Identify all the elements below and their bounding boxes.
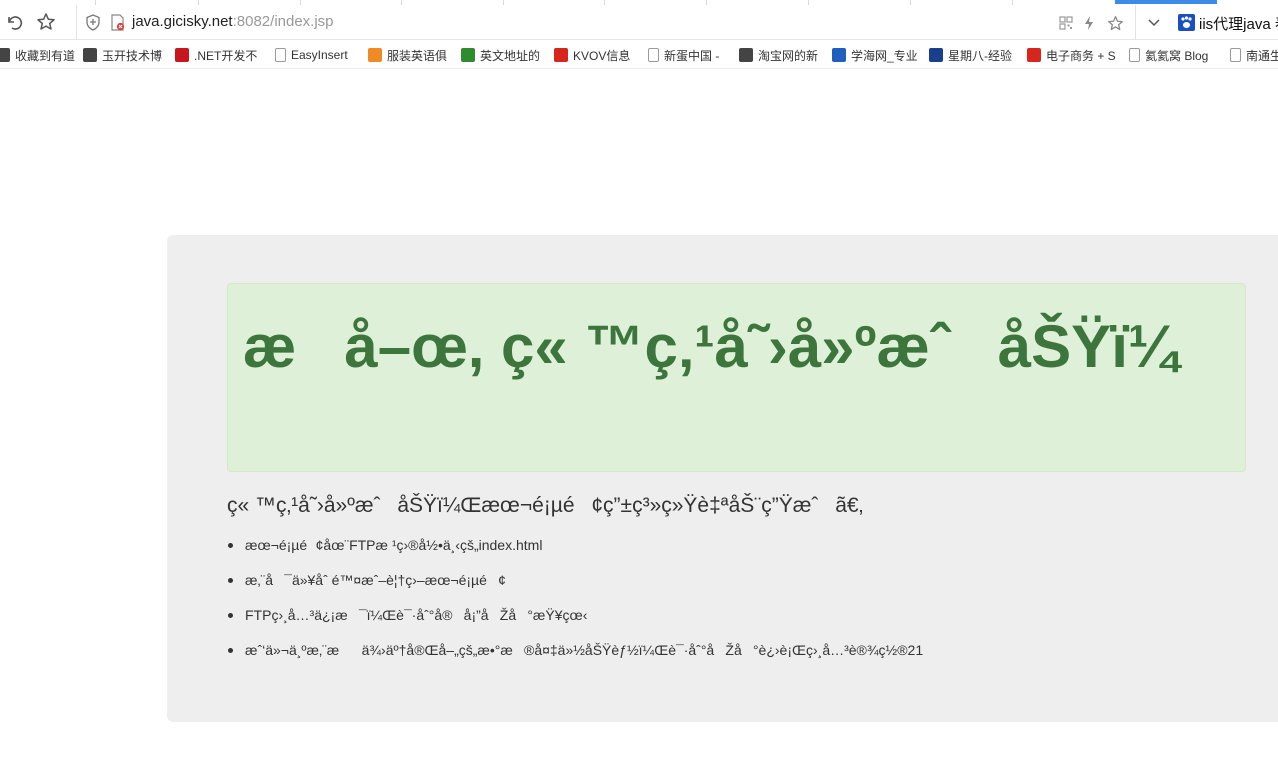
- page-icon: [1129, 48, 1140, 62]
- bookmark-item[interactable]: 英文地址的: [461, 46, 540, 64]
- bookmark-item[interactable]: 淘宝网的新: [739, 46, 818, 64]
- bookmark-label: 星期八-经验: [948, 48, 1012, 63]
- shield-icon[interactable]: [85, 14, 101, 36]
- list-item: æˆ‘ä»¬ä¸ºæ‚¨æä¾›äº†å®Œå–„çš„æ•°æ®å¤‡ä…: [227, 642, 1227, 677]
- favorite-star-icon[interactable]: [1106, 14, 1124, 32]
- url-text[interactable]: java.gicisky.net:8082/index.jsp: [132, 13, 334, 30]
- bookmark-label: 收藏到有道: [15, 48, 76, 63]
- bookmark-label: 玉开技术博: [102, 48, 163, 63]
- fire-icon: [739, 48, 753, 62]
- page-icon: [275, 48, 286, 62]
- bookmarks-bar: 收藏到有道 玉开技术博 .NET开发不 EasyInsert 服装英语俱 英文地址的 KVO…: [0, 41, 1278, 69]
- bookmark-label: 氦氦窝 Blog: [1145, 48, 1209, 63]
- list-item: æœ¬é¡µé¢åœ¨FTPæ ¹ç›®å½•ä¸‹çš„index.html: [227, 537, 1227, 572]
- guan-icon: [461, 48, 475, 62]
- bookmark-item[interactable]: 学海网_专业: [832, 46, 918, 64]
- address-bar[interactable]: java.gicisky.net:8082/index.jsp: [76, 5, 1136, 40]
- url-host: java.gicisky.net: [132, 13, 233, 30]
- bookmark-item[interactable]: 南通生: [1230, 46, 1278, 64]
- bookmark-label: KVOV信息: [573, 48, 631, 63]
- insecure-page-icon[interactable]: [110, 14, 125, 36]
- csdn-icon: [175, 48, 189, 62]
- bookmark-label: EasyInsert: [291, 48, 348, 62]
- bookmark-item[interactable]: 星期八-经验: [929, 46, 1012, 64]
- bookmark-item[interactable]: 玉开技术博: [83, 46, 162, 64]
- bookmark-item[interactable]: 收藏到有道: [0, 46, 75, 64]
- bookmark-label: 淘宝网的新: [758, 48, 819, 63]
- bookmark-item[interactable]: .NET开发不: [175, 46, 257, 64]
- paw-icon: [1178, 14, 1195, 31]
- swirl-icon: [368, 48, 382, 62]
- active-tab-indicator[interactable]: [1115, 0, 1217, 4]
- success-alert: æå–œ, ç« ™ç‚¹å˜›å»ºæˆåŠŸï¼: [227, 283, 1246, 472]
- fire-icon: [83, 48, 97, 62]
- youdao-icon: [0, 48, 10, 62]
- bookmark-label: .NET开发不: [194, 48, 258, 63]
- bookmark-label: 新蛋中国 -: [664, 48, 720, 63]
- bookmark-label: 学海网_专业: [851, 48, 918, 63]
- qr-code-icon[interactable]: [1057, 14, 1075, 32]
- bookmark-item[interactable]: 服装英语俱: [368, 46, 447, 64]
- hd-icon: [929, 48, 943, 62]
- bookmark-label: 服装英语俱: [387, 48, 448, 63]
- ship-icon: [832, 48, 846, 62]
- intro-text: ç« ™ç‚¹å˜›å»ºæˆåŠŸï¼Œæœ¬é¡µé¢ç”±ç³»ç»Ÿ…: [227, 494, 864, 517]
- page-icon: [1230, 48, 1241, 62]
- list-item: æ‚¨å¯ä»¥åˆ é™¤æˆ–è¦†ç›–æœ¬é¡µé¢: [227, 572, 1227, 607]
- tips-list: æœ¬é¡µé¢åœ¨FTPæ ¹ç›®å½•ä¸‹çš„index.html…: [227, 537, 1227, 677]
- list-item: FTPç›¸å…³ä¿¡æ¯ï¼Œè¯·åˆ°å®å¡”åŽå°æŸ¥ç…: [227, 607, 1227, 642]
- search-engine-label: iis代理java 春: [1199, 16, 1278, 33]
- bookmark-label: 电子商务 + S: [1046, 48, 1116, 63]
- bookmark-item[interactable]: KVOV信息: [554, 46, 630, 64]
- search-engine-panel[interactable]: iis代理java 春: [1170, 5, 1278, 40]
- bookmark-label: 英文地址的: [480, 48, 541, 63]
- chevron-down-icon[interactable]: [1140, 8, 1168, 36]
- bookmark-item[interactable]: 氦氦窝 Blog: [1129, 46, 1208, 64]
- page-container: æå–œ, ç« ™ç‚¹å˜›å»ºæˆåŠŸï¼ ç« ™ç‚¹å˜›…: [167, 235, 1278, 722]
- kvov-icon: [554, 48, 568, 62]
- zz-icon: [1027, 48, 1041, 62]
- bookmark-label: 南通生: [1246, 48, 1278, 63]
- page-headline: æå–œ, ç« ™ç‚¹å˜›å»ºæˆåŠŸï¼: [243, 313, 1226, 380]
- undo-icon[interactable]: [0, 8, 28, 36]
- lightning-icon[interactable]: [1080, 14, 1098, 32]
- page-icon: [648, 48, 659, 62]
- bookmark-item[interactable]: 新蛋中国 -: [648, 46, 719, 64]
- bookmark-item[interactable]: 电子商务 + S: [1027, 46, 1116, 64]
- bookmark-star-icon[interactable]: [32, 8, 60, 36]
- bookmark-item[interactable]: EasyInsert: [275, 46, 348, 64]
- browser-toolbar: java.gicisky.net:8082/index.jsp iis代理jav…: [0, 5, 1278, 40]
- url-path: :8082/index.jsp: [232, 13, 334, 30]
